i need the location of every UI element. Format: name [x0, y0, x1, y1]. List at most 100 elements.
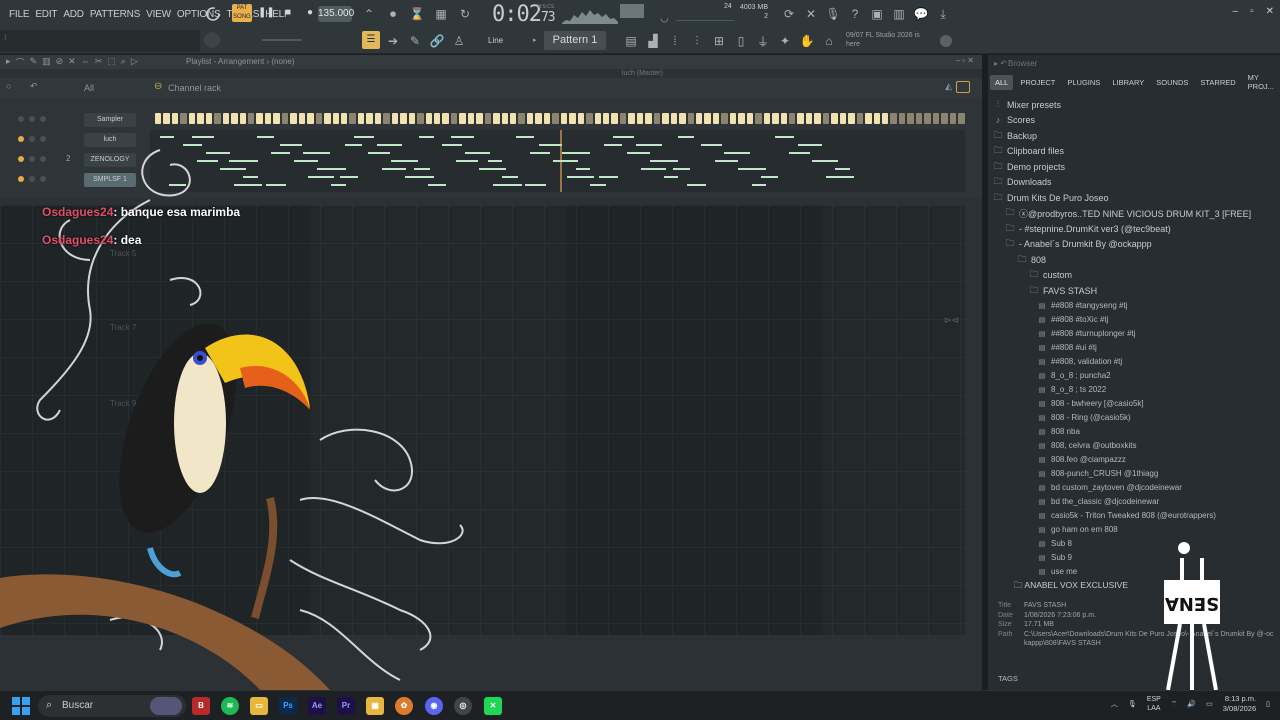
browser-file[interactable]: ▤ 808 - bwheery [@casio5k]	[992, 397, 1280, 411]
browser-folder[interactable]: 🗀 Demo projects	[992, 159, 1280, 175]
browser-file[interactable]: ▤ Sub 8	[992, 537, 1280, 551]
pattern-arrow-icon[interactable]: ▸	[533, 36, 537, 44]
wifi-icon[interactable]: ⌔	[1171, 700, 1178, 709]
step-button[interactable]	[949, 113, 957, 124]
discord-icon[interactable]: ◉	[425, 697, 443, 715]
step-button[interactable]	[831, 113, 838, 124]
step-button[interactable]	[746, 113, 754, 124]
reload-icon[interactable]: ⟳	[780, 5, 798, 23]
master-pitch-slider[interactable]	[262, 39, 302, 41]
step-button[interactable]	[391, 113, 399, 124]
brave-icon[interactable]: B	[192, 697, 210, 715]
step-button[interactable]	[586, 113, 593, 124]
step-button[interactable]	[704, 113, 711, 124]
tray-chevron-icon[interactable]: ︿	[1111, 699, 1118, 709]
step-button[interactable]	[256, 113, 263, 124]
step-button[interactable]	[941, 113, 948, 124]
capcut-icon[interactable]: ✕	[484, 697, 502, 715]
menu-edit[interactable]: EDIT	[32, 9, 60, 20]
channel-led[interactable]	[18, 116, 24, 122]
browser-file[interactable]: ▤ 808.feo @ciampazzz	[992, 453, 1280, 467]
step-button[interactable]	[290, 113, 297, 124]
step-button[interactable]	[594, 113, 602, 124]
premiere-icon[interactable]: Pr	[337, 697, 355, 715]
tab-project[interactable]: PROJECT	[1015, 75, 1060, 90]
step-button[interactable]	[205, 113, 213, 124]
step-button[interactable]	[535, 113, 542, 124]
erase-icon[interactable]: ⊘	[56, 56, 64, 69]
browser-folder[interactable]: 🗀 ⓧ@prodbyros..TED NINE VICIOUS DRUM KIT_…	[992, 206, 1280, 222]
step-button[interactable]	[340, 113, 348, 124]
browser-file[interactable]: ▤ bd custom_zaytoven @djcodeinewar	[992, 481, 1280, 495]
step-button[interactable]	[332, 113, 339, 124]
step-button[interactable]	[467, 113, 475, 124]
step-button[interactable]	[281, 113, 289, 124]
pause-icon[interactable]: ❚❚	[258, 5, 275, 21]
arrow-icon[interactable]: ➔	[384, 32, 402, 50]
zoom-icon[interactable]: ⌕	[121, 56, 126, 69]
tab-all[interactable]: ALL	[990, 74, 1014, 90]
step-button[interactable]	[315, 113, 323, 124]
step-button[interactable]	[721, 113, 728, 124]
step-button[interactable]	[696, 113, 703, 124]
step-button[interactable]	[780, 113, 787, 124]
step-button[interactable]	[442, 113, 449, 124]
channel-led[interactable]	[40, 116, 46, 122]
mixer-icon[interactable]: ⫶	[688, 32, 706, 50]
step-button[interactable]	[679, 113, 686, 124]
browser-file[interactable]: ▤ 808, celvra @outboxkits	[992, 439, 1280, 453]
tab-sounds[interactable]: SOUNDS	[1151, 75, 1193, 90]
browser-folder[interactable]: 🗀 custom	[992, 268, 1280, 284]
step-button[interactable]	[788, 113, 796, 124]
slice-icon[interactable]: ✂	[95, 56, 103, 69]
browser-file[interactable]: ▤ use me	[992, 565, 1280, 579]
notification-icon[interactable]: ▯	[1266, 700, 1270, 708]
step-button[interactable]	[459, 113, 466, 124]
menu-view[interactable]: VIEW	[143, 9, 174, 20]
cut-icon[interactable]: ✕	[802, 5, 820, 23]
browser-file[interactable]: ▤ 808 - Ring (@casio5k)	[992, 411, 1280, 425]
browser-file[interactable]: ▤ 808 nba	[992, 425, 1280, 439]
tab-plugins[interactable]: PLUGINS	[1062, 75, 1105, 90]
menu-patterns[interactable]: PATTERNS	[87, 9, 143, 20]
browser-file[interactable]: ▤ bd the_classic @djcodeinewar	[992, 495, 1280, 509]
online-icon[interactable]	[940, 35, 952, 47]
step-button[interactable]	[738, 113, 745, 124]
step-button[interactable]	[603, 113, 610, 124]
step-button[interactable]	[755, 113, 762, 124]
file-explorer-icon[interactable]: ▭	[250, 697, 268, 715]
step-button[interactable]	[526, 113, 534, 124]
browser-menu-icon[interactable]: ▸ ↶	[994, 59, 1007, 68]
chat-icon[interactable]: 💬	[912, 5, 930, 23]
step-button[interactable]	[400, 113, 407, 124]
step-button[interactable]	[324, 113, 331, 124]
download-icon[interactable]: ⤓	[934, 5, 952, 23]
step-button[interactable]	[569, 113, 576, 124]
mic-icon[interactable]: 🎙	[824, 5, 842, 23]
store-icon[interactable]: ▦	[366, 697, 384, 715]
slip-icon[interactable]: ⇔	[81, 56, 90, 69]
step-button[interactable]	[298, 113, 306, 124]
tags-label[interactable]: TAGS	[998, 674, 1018, 683]
step-button[interactable]	[408, 113, 416, 124]
step-button[interactable]	[560, 113, 568, 124]
channel-filter[interactable]: All	[84, 83, 94, 93]
step-button[interactable]	[171, 113, 179, 124]
step-button[interactable]	[239, 113, 246, 124]
browser-file[interactable]: ▤ Sub 9	[992, 551, 1280, 565]
browser-file[interactable]: ▤ go ham on em 808	[992, 523, 1280, 537]
hand-icon[interactable]: ✋	[798, 32, 816, 50]
browser-file[interactable]: ▤ 8_o_8 ; puncha2	[992, 369, 1280, 383]
step-button[interactable]	[273, 113, 280, 124]
rack-circle-icon[interactable]: ○	[6, 81, 11, 91]
browser-file[interactable]: ▤ ##808 #turnuplonger #tj	[992, 327, 1280, 341]
step-button[interactable]	[577, 113, 585, 124]
wait-input-icon[interactable]: ⏺	[384, 5, 402, 23]
playback-icon[interactable]: ▷	[131, 56, 138, 69]
step-button[interactable]	[484, 113, 492, 124]
record-icon[interactable]: ●	[302, 5, 318, 21]
step-button[interactable]	[653, 113, 661, 124]
step-button[interactable]	[552, 113, 559, 124]
step-button[interactable]	[822, 113, 830, 124]
minimize-icon[interactable]: –	[1233, 6, 1239, 17]
